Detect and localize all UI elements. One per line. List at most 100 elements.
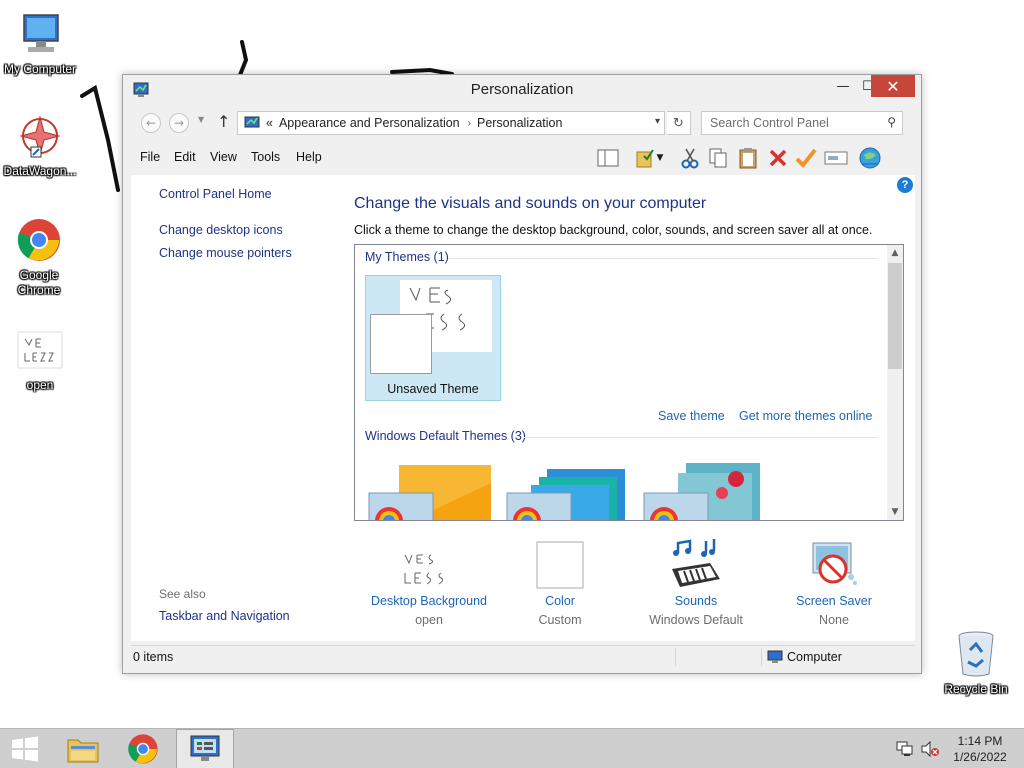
window-title: Personalization [470,81,574,98]
control-panel-icon [190,735,220,761]
control-panel-icon [244,116,260,130]
theme-tile-windows[interactable] [367,463,491,520]
desktop-icon-label: Google Chrome [17,268,61,297]
theme-tile-lines-colors[interactable] [505,463,629,520]
taskbar-clock[interactable]: 1:14 PM 1/26/2022 [940,733,1020,765]
theme-globe-button[interactable] [857,145,883,171]
copy-icon [709,148,727,168]
item-count: 0 items [133,650,174,664]
control-panel-home-link[interactable]: Control Panel Home [159,187,272,201]
theme-tile-flowers[interactable] [642,463,766,520]
desktop-background-setting[interactable]: Desktop Background open [354,535,504,627]
menu-edit[interactable]: Edit [174,150,196,164]
sounds-label[interactable]: Sounds [621,594,771,608]
change-mouse-pointers-link[interactable]: Change mouse pointers [159,246,292,260]
theme-window-preview [370,314,432,374]
address-bar[interactable]: « Appearance and Personalization › Perso… [237,111,665,135]
refresh-button[interactable]: ↻ [667,111,691,135]
status-divider [675,648,676,666]
desktop-icon-label: open [26,378,54,392]
color-label[interactable]: Color [485,594,635,608]
color-setting[interactable]: Color Custom [485,535,635,627]
content-area: ? Control Panel Home Change desktop icon… [131,175,915,641]
group-divider [523,437,877,438]
desktop-icon-recycle-bin[interactable]: Recycle Bin [936,630,1016,697]
clock-date: 1/26/2022 [953,750,1007,764]
theme-tile-unsaved[interactable]: Unsaved Theme [365,275,501,401]
paste-button[interactable] [735,145,761,171]
theme-list-scrollbar[interactable]: ▲ ▼ [887,245,903,520]
back-button[interactable]: ← [141,113,161,133]
volume-muted-icon[interactable] [920,729,940,768]
image-file-icon [16,326,64,374]
desktop-icon-my-computer[interactable]: My Computer [0,10,80,77]
toolbar: ▼ [595,145,915,171]
menu-file[interactable]: File [140,150,160,164]
menu-help[interactable]: Help [296,150,322,164]
delete-button[interactable] [765,145,791,171]
sounds-setting[interactable]: Sounds Windows Default [621,535,771,627]
start-button[interactable] [0,729,50,768]
get-more-themes-link[interactable]: Get more themes online [739,409,872,423]
rename-field-icon [824,151,848,165]
status-divider [761,648,762,666]
taskbar-and-navigation-link[interactable]: Taskbar and Navigation [159,609,290,623]
change-desktop-icons-link[interactable]: Change desktop icons [159,223,283,237]
address-row: ← → ▼ ↑ « Appearance and Personalization… [131,109,915,137]
search-icon[interactable]: ⚲ [887,115,896,129]
group-divider [449,258,877,259]
screen-saver-icon [759,535,909,589]
desktop-icon-open[interactable]: open [0,326,80,393]
desktop-background-label[interactable]: Desktop Background [354,594,504,608]
desktop-icon-google-chrome[interactable]: Google Chrome [0,216,78,298]
breadcrumb-separator[interactable]: › [468,118,471,129]
status-bar: 0 items Computer [131,645,915,667]
breadcrumb-appearance[interactable]: Appearance and Personalization [279,116,460,130]
cut-button[interactable] [677,145,703,171]
default-themes-header[interactable]: Windows Default Themes (3) [365,429,526,443]
chevron-down-icon[interactable]: ▾ [655,116,660,127]
theme-list[interactable]: My Themes (1) Unsaved Theme Save theme G… [354,244,904,521]
recent-locations-dropdown[interactable]: ▼ [198,115,204,124]
menu-tools[interactable]: Tools [251,150,280,164]
screen-saver-label[interactable]: Screen Saver [759,594,909,608]
menu-view[interactable]: View [210,150,237,164]
scrollbar-thumb[interactable] [888,263,902,369]
forward-arrow-icon: → [173,116,185,130]
chrome-icon [128,734,158,764]
help-button[interactable]: ? [897,177,913,193]
search-input[interactable]: Search Control Panel ⚲ [701,111,903,135]
sounds-value: Windows Default [649,613,743,627]
forward-button[interactable]: → [169,113,189,133]
globe-icon [859,147,881,169]
breadcrumb-personalization[interactable]: Personalization [477,116,562,130]
see-also-label: See also [159,587,206,601]
save-theme-link[interactable]: Save theme [658,409,725,423]
checkmark-icon [795,148,817,168]
refresh-icon: ↻ [673,115,684,131]
preview-pane-button[interactable] [595,145,621,171]
network-icon[interactable] [896,729,914,768]
close-button[interactable]: ✕ [871,75,915,97]
computer-icon [767,650,783,664]
taskbar-chrome[interactable] [114,729,172,768]
my-themes-header[interactable]: My Themes (1) [365,250,449,264]
folder-options-dropdown[interactable]: ▼ [653,145,667,171]
taskbar-control-panel[interactable] [176,729,234,768]
chrome-icon [15,216,63,264]
address-overflow[interactable]: « [266,116,273,130]
desktop-icon-datawagon[interactable]: DataWagon... [0,112,80,179]
desktop-background-value: open [415,613,443,627]
search-placeholder: Search Control Panel [710,116,829,130]
scroll-down-arrow-icon[interactable]: ▼ [887,504,903,520]
taskbar-file-explorer[interactable] [54,729,112,768]
copy-button[interactable] [705,145,731,171]
screen-saver-setting[interactable]: Screen Saver None [759,535,909,627]
up-button[interactable]: ↑ [217,112,230,131]
scroll-up-arrow-icon[interactable]: ▲ [887,245,903,261]
properties-button[interactable] [793,145,819,171]
rename-button[interactable] [823,145,849,171]
title-bar[interactable]: Personalization — ☐ ✕ [123,75,921,105]
datawagon-icon [16,112,64,160]
clipboard-icon [739,148,757,169]
